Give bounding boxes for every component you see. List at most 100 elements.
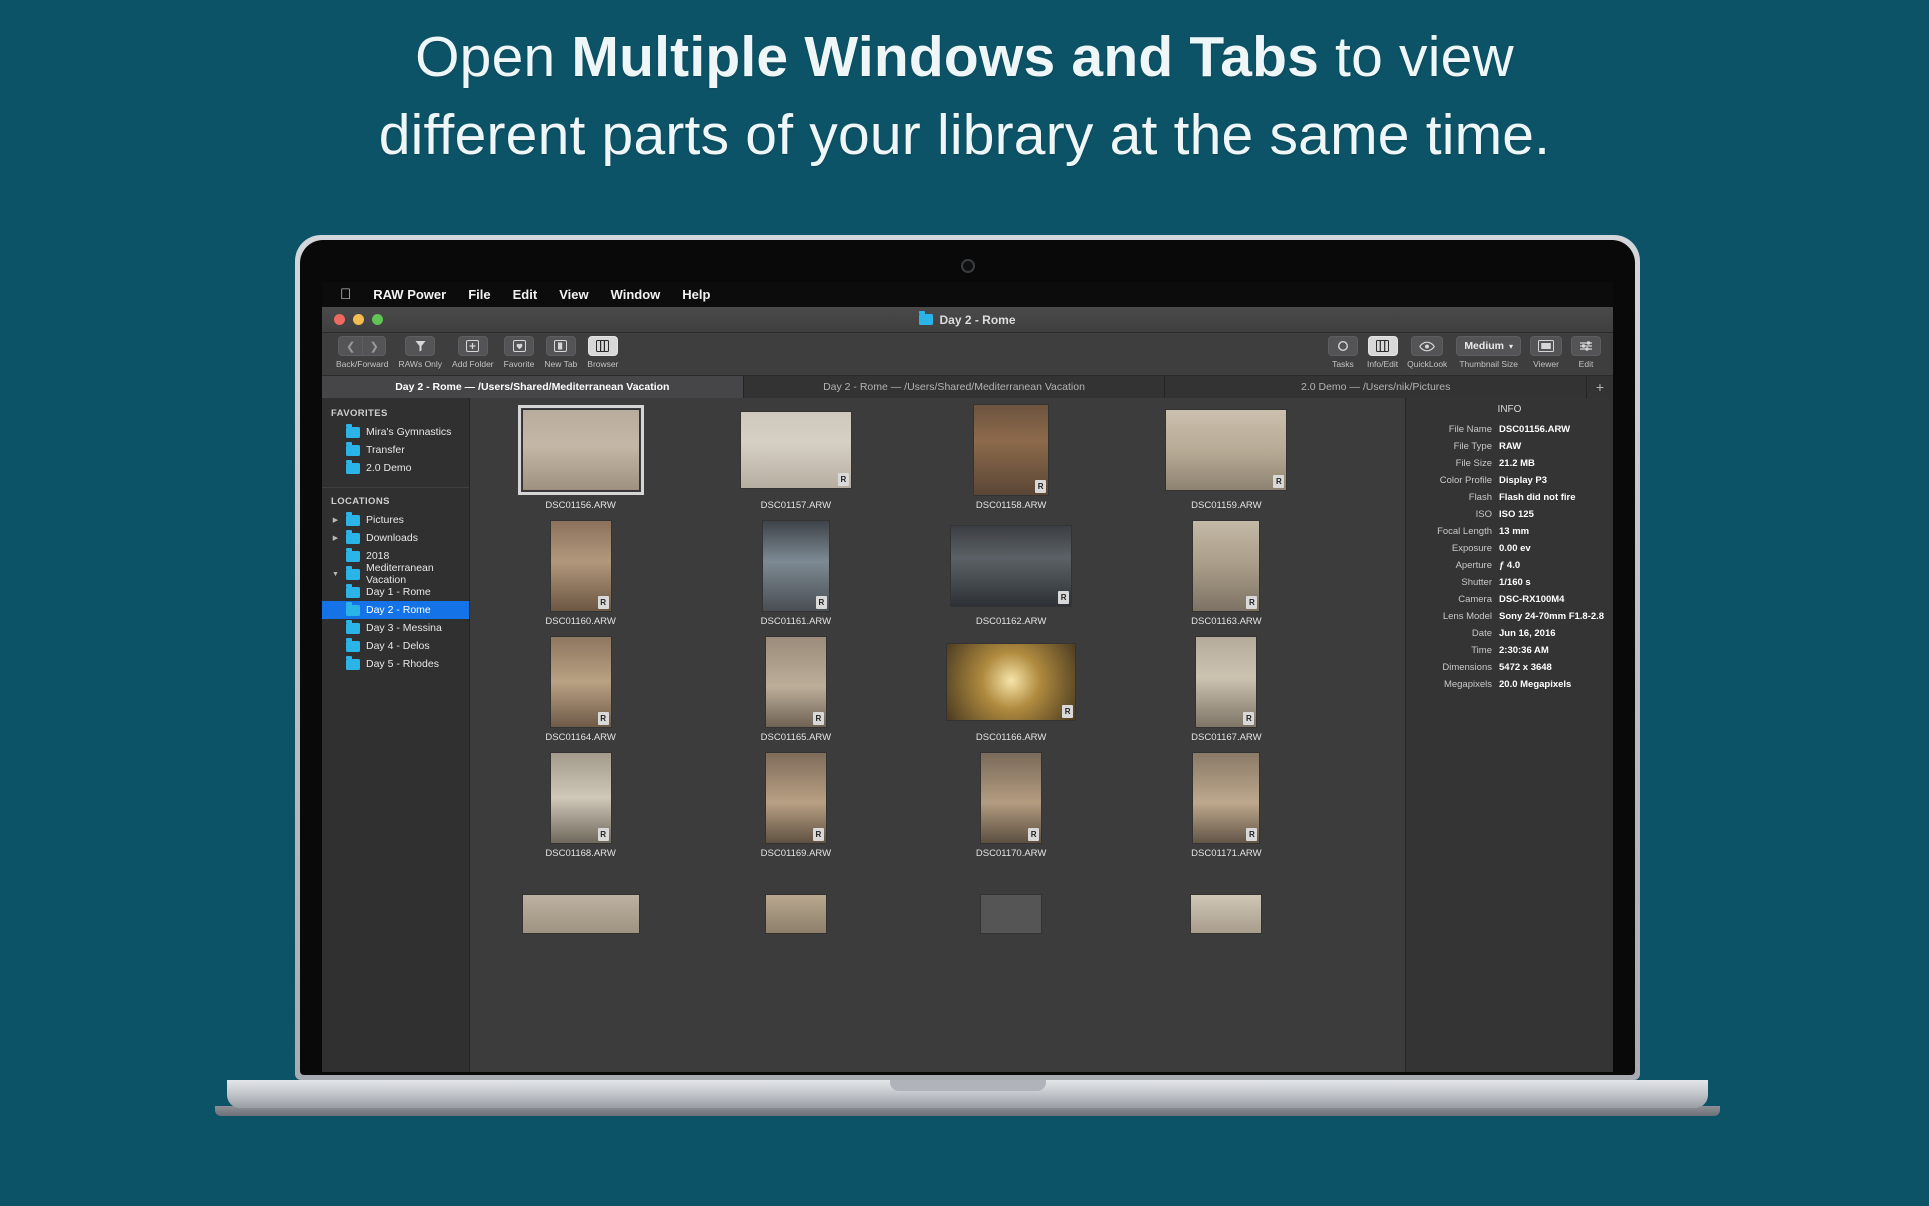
- sidebar-item-2-0-demo[interactable]: 2.0 Demo: [322, 459, 469, 477]
- toolbar-button-add-folder[interactable]: Add Folder: [452, 336, 494, 369]
- thumbnail-cell[interactable]: [907, 868, 1116, 978]
- twisty-icon[interactable]: ▶: [331, 516, 340, 524]
- thumbnail-image[interactable]: R: [549, 520, 612, 612]
- thumbnail-cell[interactable]: [1122, 868, 1331, 978]
- sidebar-item-day-5-rhodes[interactable]: Day 5 - Rhodes: [322, 655, 469, 673]
- toolbar-button-quicklook[interactable]: QuickLook: [1407, 336, 1447, 369]
- menu-item-help[interactable]: Help: [682, 287, 710, 302]
- sidebar-item-mediterranean-vacation[interactable]: ▼ Mediterranean Vacation: [322, 562, 469, 586]
- toolbar-button-favorite[interactable]: Favorite: [504, 336, 534, 369]
- thumbnail-cell[interactable]: R DSC01157.ARW: [691, 404, 900, 514]
- twisty-icon[interactable]: ▶: [331, 534, 340, 542]
- thumbnail-cell[interactable]: R DSC01167.ARW: [1122, 636, 1331, 746]
- thumbnail-image[interactable]: R: [946, 643, 1077, 721]
- thumbnail-cell[interactable]: R DSC01168.ARW: [476, 752, 685, 862]
- tab-day-2-rome-2[interactable]: Day 2 - Rome — /Users/Shared/Mediterrane…: [744, 376, 1166, 398]
- toolbar-button-tasks[interactable]: Tasks: [1327, 336, 1358, 369]
- thumbnail-image[interactable]: R: [764, 636, 827, 728]
- toolbar-button-info-edit[interactable]: Info/Edit: [1367, 336, 1398, 369]
- thumbnail-image-wrapper: R: [1192, 520, 1261, 612]
- eye-icon[interactable]: [1411, 336, 1444, 356]
- chevron-right-icon[interactable]: ❯: [362, 336, 387, 356]
- info-row: Camera DSC-RX100M4: [1406, 591, 1613, 608]
- menu-item-file[interactable]: File: [468, 287, 490, 302]
- thumbnail-cell[interactable]: R DSC01159.ARW: [1122, 404, 1331, 514]
- tab-2-0-demo[interactable]: 2.0 Demo — /Users/nik/Pictures: [1165, 376, 1588, 398]
- toolbar-button-raws-only[interactable]: RAWs Only: [398, 336, 442, 369]
- tab-day-2-rome-1[interactable]: Day 2 - Rome — /Users/Shared/Mediterrane…: [322, 376, 744, 398]
- thumbnail-cell[interactable]: DSC01156.ARW: [476, 404, 685, 514]
- thumbnail-image[interactable]: [1190, 894, 1263, 934]
- thumbnail-cell[interactable]: R DSC01165.ARW: [691, 636, 900, 746]
- thumbnail-image[interactable]: R: [1165, 409, 1288, 491]
- toolbar-thumbnail-size-select[interactable]: Medium ▾ Thumbnail Size: [1456, 336, 1521, 369]
- thumbnail-image[interactable]: [980, 894, 1043, 934]
- menu-item-raw-power[interactable]: RAW Power: [373, 287, 446, 302]
- panel-icon[interactable]: [1367, 336, 1398, 356]
- thumbnail-cell[interactable]: R DSC01163.ARW: [1122, 520, 1331, 630]
- chevron-left-right-icon[interactable]: ❮ ❯: [338, 336, 387, 356]
- menu-item-view[interactable]: View: [559, 287, 588, 302]
- chevron-left-icon[interactable]: ❮: [338, 336, 363, 356]
- thumbnail-cell[interactable]: R DSC01160.ARW: [476, 520, 685, 630]
- macos-menubar[interactable]:  RAW Power File Edit View Window Help: [322, 282, 1613, 307]
- thumbnail-size-dropdown[interactable]: Medium ▾: [1456, 336, 1521, 356]
- thumbnail-image[interactable]: [517, 405, 644, 495]
- sidebar-item-pictures[interactable]: ▶ Pictures: [322, 511, 469, 529]
- menu-item-window[interactable]: Window: [611, 287, 661, 302]
- toolbar-button-back-forward[interactable]: ❮ ❯ Back/Forward: [336, 336, 388, 369]
- thumbnail-cell[interactable]: R DSC01158.ARW: [907, 404, 1116, 514]
- thumbnail-image[interactable]: R: [764, 752, 827, 844]
- thumbnail-cell[interactable]: R DSC01170.ARW: [907, 752, 1116, 862]
- thumbnail-image[interactable]: R: [761, 520, 830, 612]
- circle-icon[interactable]: [1327, 336, 1358, 356]
- chevron-down-icon[interactable]: ▾: [1509, 342, 1513, 351]
- folder-plus-icon[interactable]: [457, 336, 488, 356]
- thumbnail-cell[interactable]: R DSC01162.ARW: [907, 520, 1116, 630]
- sidebar-item-downloads[interactable]: ▶ Downloads: [322, 529, 469, 547]
- thumbnail-image[interactable]: R: [739, 411, 852, 489]
- sidebar-item-day-4-delos[interactable]: Day 4 - Delos: [322, 637, 469, 655]
- thumbnail-image[interactable]: R: [980, 752, 1043, 844]
- thumbnail-image[interactable]: R: [1192, 520, 1261, 612]
- toolbar-button-browser[interactable]: Browser: [587, 336, 618, 369]
- info-value: Display P3: [1499, 475, 1548, 486]
- thumbnail-filename: DSC01167.ARW: [1191, 732, 1262, 743]
- menu-item-edit[interactable]: Edit: [513, 287, 538, 302]
- thumbnail-image[interactable]: R: [549, 636, 612, 728]
- thumbnail-image[interactable]: R: [549, 752, 612, 844]
- viewer-icon[interactable]: [1530, 336, 1562, 356]
- info-key: File Name: [1448, 424, 1492, 435]
- info-key: Megapixels: [1443, 679, 1492, 690]
- apple-logo-icon[interactable]: : [340, 287, 351, 302]
- funnel-icon[interactable]: [405, 336, 436, 356]
- thumbnail-cell[interactable]: R DSC01161.ARW: [691, 520, 900, 630]
- thumbnail-image[interactable]: [764, 894, 827, 934]
- heart-box-icon[interactable]: [504, 336, 534, 356]
- raw-badge: R: [1273, 475, 1285, 488]
- sidebar-item-transfer[interactable]: Transfer: [322, 441, 469, 459]
- sidebar-item-day-3-messina[interactable]: Day 3 - Messina: [322, 619, 469, 637]
- thumbnail-image[interactable]: R: [973, 404, 1050, 496]
- toolbar-button-new-tab[interactable]: New Tab: [544, 336, 577, 369]
- thumbnail-image[interactable]: R: [1192, 752, 1261, 844]
- thumbnail-image[interactable]: R: [950, 525, 1073, 607]
- thumbnail-cell[interactable]: R DSC01166.ARW: [907, 636, 1116, 746]
- toolbar-button-edit[interactable]: Edit: [1571, 336, 1601, 369]
- sidebar-item-day-2-rome[interactable]: Day 2 - Rome: [322, 601, 469, 619]
- thumbnail-cell[interactable]: R DSC01169.ARW: [691, 752, 900, 862]
- thumbnail-cell[interactable]: [691, 868, 900, 978]
- new-tab-plus-button[interactable]: +: [1587, 376, 1613, 398]
- thumbnail-image[interactable]: [521, 894, 640, 934]
- sidebar-item-miras-gymnastics[interactable]: Mira's Gymnastics: [322, 423, 469, 441]
- thumbnail-image[interactable]: R: [1195, 636, 1258, 728]
- thumbnail-cell[interactable]: R DSC01164.ARW: [476, 636, 685, 746]
- toolbar-button-viewer[interactable]: Viewer: [1530, 336, 1562, 369]
- thumbnail-browser[interactable]: DSC01156.ARW R DSC01157.ARW R DSC01158.ARW R D…: [470, 398, 1405, 1072]
- new-tab-icon[interactable]: [545, 336, 576, 356]
- browser-icon[interactable]: [587, 336, 618, 356]
- thumbnail-cell[interactable]: R DSC01171.ARW: [1122, 752, 1331, 862]
- sliders-icon[interactable]: [1571, 336, 1601, 356]
- twisty-icon[interactable]: ▼: [331, 571, 340, 578]
- thumbnail-cell[interactable]: [476, 868, 685, 978]
